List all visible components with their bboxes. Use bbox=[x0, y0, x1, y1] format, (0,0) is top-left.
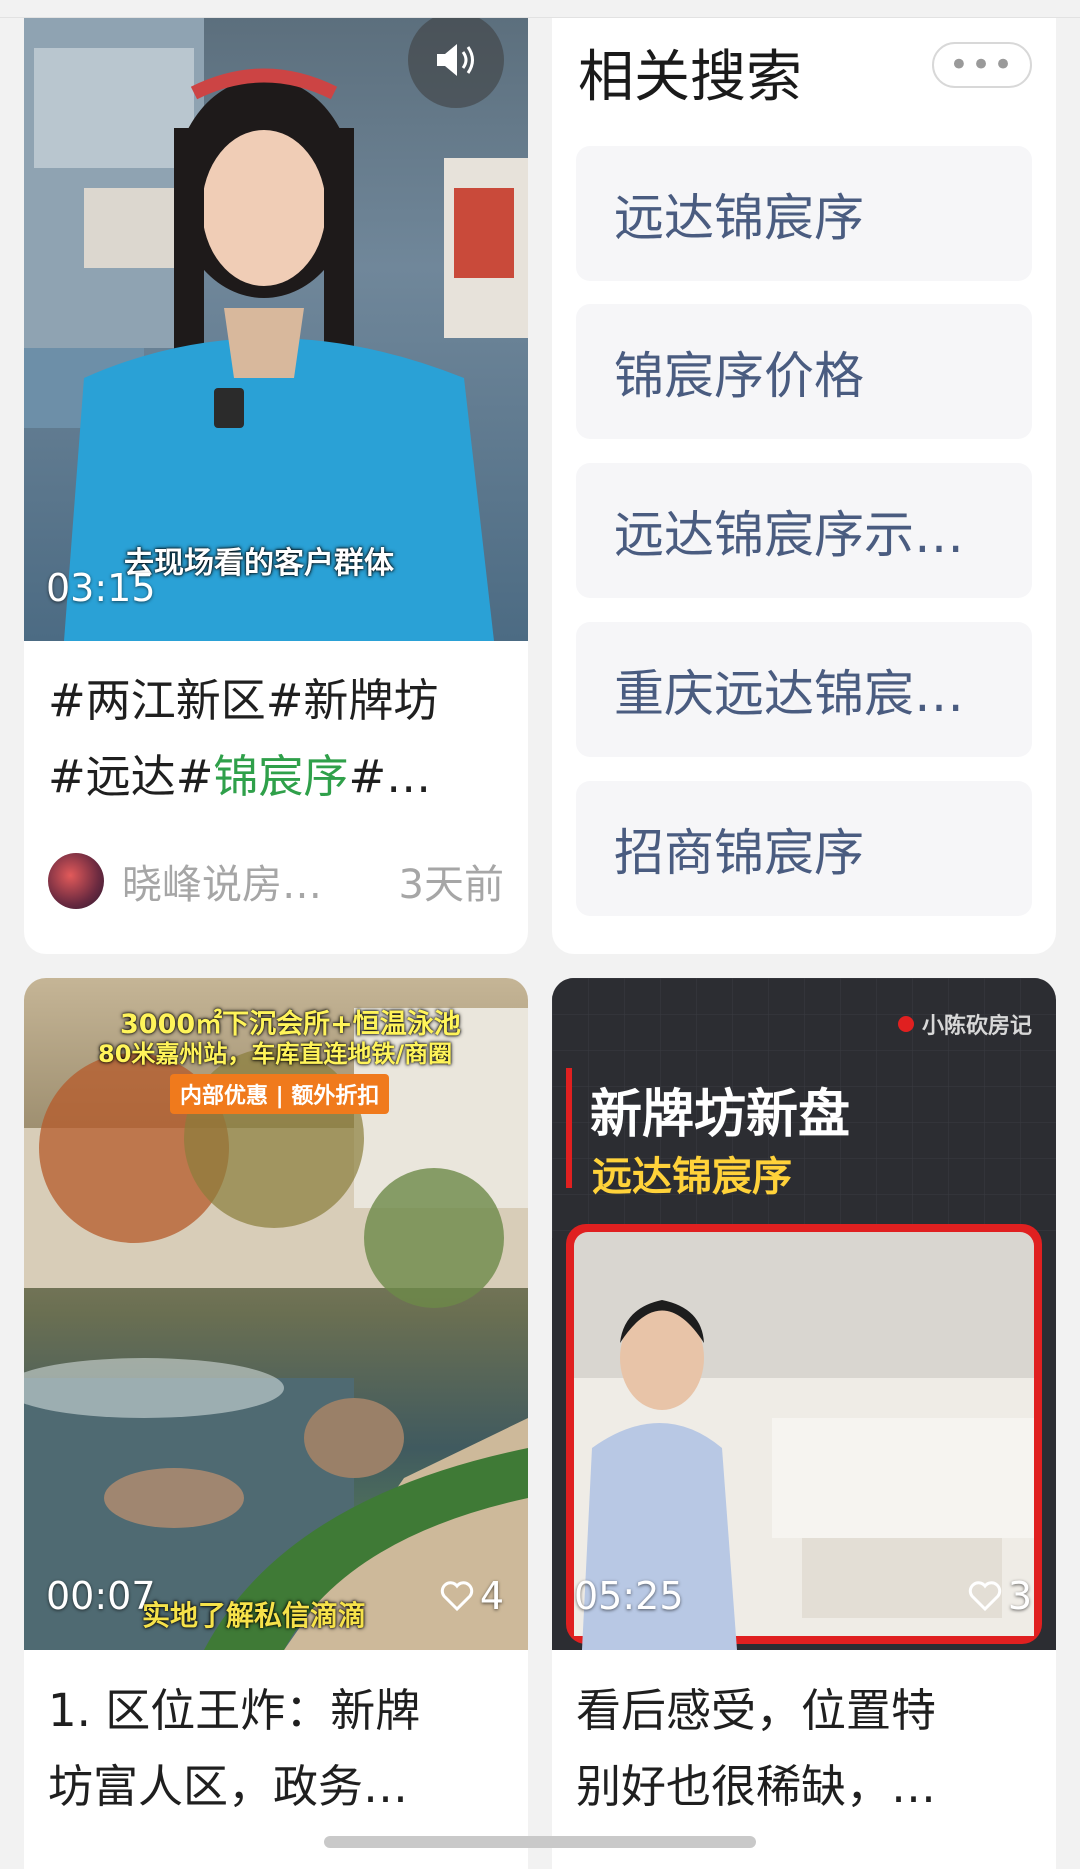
video-card-2[interactable]: 3000㎡下沉会所+恒温泳池 80米嘉州站，车库直连地铁/商圈 内部优惠 | 额… bbox=[24, 978, 528, 1869]
video-duration: 00:07 bbox=[46, 1574, 156, 1618]
overlay-subtitle: 远达锦宸序 bbox=[592, 1154, 792, 1200]
related-search-item[interactable]: 远达锦宸序 bbox=[576, 146, 1032, 281]
video-card-3[interactable]: 小陈砍房记 新牌坊新盘 远达锦宸序 05:25 3 看后感受，位置特 别好也很稀… bbox=[552, 978, 1056, 1869]
channel-name: 小陈砍房记 bbox=[921, 1014, 1032, 1039]
video-subtitle: 实地了解私信滴滴 bbox=[142, 1599, 367, 1632]
title-line: 坊富人区，政务… bbox=[48, 1760, 409, 1813]
video-duration: 03:15 bbox=[46, 566, 156, 610]
record-dot-icon bbox=[897, 1016, 914, 1032]
title-line: 别好也很稀缺，… bbox=[576, 1760, 937, 1813]
related-search-item[interactable]: 锦宸序价格 bbox=[576, 304, 1032, 439]
home-indicator[interactable] bbox=[324, 1836, 756, 1848]
video-title[interactable]: 看后感受，位置特 别好也很稀缺，… bbox=[576, 1673, 1036, 1825]
like-count-value: 4 bbox=[479, 1574, 504, 1618]
video-title[interactable]: #两江新区#新牌坊 #远达#锦宸序#… bbox=[48, 663, 508, 815]
related-search-title: 相关搜索 bbox=[578, 45, 802, 110]
video-duration: 05:25 bbox=[574, 1574, 684, 1618]
video-thumbnail-1[interactable]: 去现场看的客户群体 03:15 bbox=[24, 18, 528, 641]
title-segment: #两江新区#新牌坊 bbox=[48, 674, 439, 727]
overlay-title: 新牌坊新盘 bbox=[590, 1085, 851, 1145]
status-strip bbox=[0, 0, 1080, 18]
related-search-item[interactable]: 重庆远达锦宸… bbox=[576, 622, 1032, 757]
heart-icon bbox=[968, 1581, 1001, 1611]
video-card-1[interactable]: 去现场看的客户群体 03:15 #两江新区#新牌坊 #远达#锦宸序#… 晓峰说房… bbox=[24, 18, 528, 954]
video-thumbnail-3[interactable]: 小陈砍房记 新牌坊新盘 远达锦宸序 05:25 3 bbox=[552, 978, 1056, 1650]
author-name[interactable]: 晓峰说房… bbox=[122, 852, 399, 910]
title-line: 看后感受，位置特 bbox=[576, 1684, 937, 1737]
related-search-item[interactable]: 远达锦宸序示… bbox=[576, 463, 1032, 598]
post-time: 3天前 bbox=[398, 862, 504, 908]
video-subtitle: 去现场看的客户群体 bbox=[124, 546, 394, 581]
video-title[interactable]: 1. 区位王炸：新牌 坊富人区，政务… bbox=[48, 1673, 508, 1825]
title-segment: #远达# bbox=[48, 750, 214, 803]
channel-watermark: 小陈砍房记 bbox=[897, 1008, 1032, 1040]
like-count[interactable]: 4 bbox=[440, 1574, 504, 1618]
highlighted-keyword: 锦宸序 bbox=[213, 750, 349, 803]
avatar[interactable] bbox=[48, 853, 104, 909]
related-search-card: 相关搜索 ••• 远达锦宸序 锦宸序价格 远达锦宸序示… 重庆远达锦宸… 招商锦… bbox=[552, 18, 1056, 954]
related-search-item[interactable]: 招商锦宸序 bbox=[576, 781, 1032, 916]
promo-overlay-line2: 80米嘉州站，车库直连地铁/商圈 bbox=[98, 1040, 453, 1068]
author-row: 晓峰说房… 3天前 bbox=[48, 852, 504, 910]
like-count[interactable]: 3 bbox=[968, 1574, 1032, 1618]
promo-badge: 内部优惠 | 额外折扣 bbox=[170, 1074, 390, 1114]
like-count-value: 3 bbox=[1007, 1574, 1032, 1618]
more-options-button[interactable]: ••• bbox=[932, 42, 1032, 88]
title-line: 1. 区位王炸：新牌 bbox=[48, 1684, 421, 1737]
video-thumbnail-2[interactable]: 3000㎡下沉会所+恒温泳池 80米嘉州站，车库直连地铁/商圈 内部优惠 | 额… bbox=[24, 978, 528, 1650]
speaker-icon bbox=[437, 44, 474, 76]
heart-icon bbox=[440, 1581, 473, 1611]
title-segment: #… bbox=[348, 750, 432, 803]
